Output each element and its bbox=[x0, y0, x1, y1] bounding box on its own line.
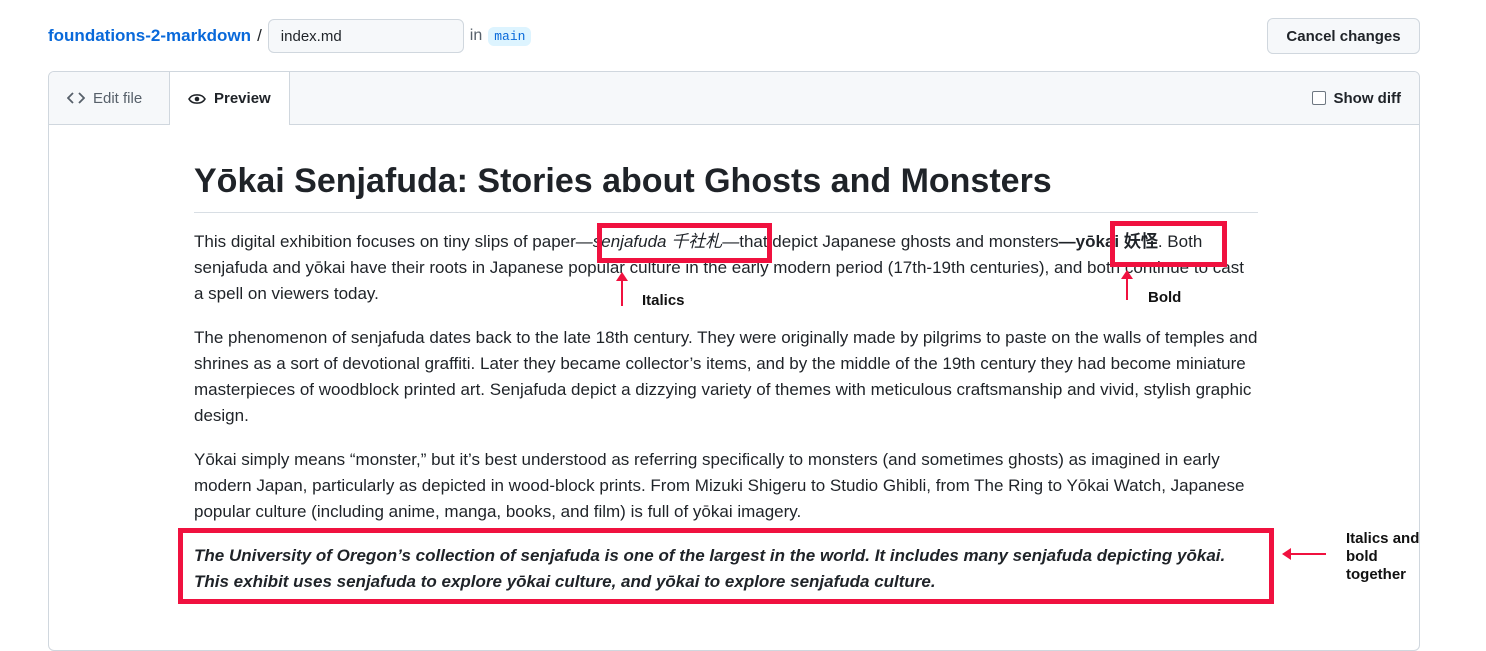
show-diff-label: Show diff bbox=[1333, 89, 1402, 107]
filename-input[interactable] bbox=[267, 19, 464, 53]
bold-italics-annotation-line2: bold bbox=[1346, 548, 1378, 565]
tab-edit-file[interactable]: Edit file bbox=[49, 72, 169, 124]
show-diff-checkbox[interactable] bbox=[1311, 91, 1326, 105]
document-title: Yōkai Senjafuda: Stories about Ghosts an… bbox=[194, 160, 1258, 213]
branch-badge[interactable]: main bbox=[488, 26, 532, 46]
in-label: in bbox=[469, 27, 483, 44]
paragraph-1-text-b: that depict Japanese ghosts and monsters bbox=[739, 232, 1059, 251]
tab-bar: Edit file Preview Show diff bbox=[49, 72, 1419, 125]
italics-annotation: Italics bbox=[642, 292, 685, 309]
show-diff-toggle[interactable]: Show diff bbox=[1311, 72, 1402, 124]
bold-italics-annotation-line3: together bbox=[1346, 566, 1406, 583]
bold-italics-annotation-line1: Italics and bbox=[1346, 530, 1420, 547]
eye-icon bbox=[188, 93, 206, 104]
bold-italics-annotation: Italics and bold together bbox=[1346, 530, 1419, 584]
paragraph-1-text-a: This digital exhibition focuses on tiny … bbox=[194, 232, 576, 251]
breadcrumb: foundations-2-markdown / in main bbox=[48, 18, 532, 54]
bold-italics-arrow bbox=[1282, 548, 1326, 560]
bold-highlight-box bbox=[1110, 221, 1227, 267]
bold-italics-highlight-box bbox=[178, 528, 1274, 604]
breadcrumb-separator: / bbox=[257, 26, 262, 45]
tab-preview-label: Preview bbox=[214, 90, 271, 107]
cancel-changes-button[interactable]: Cancel changes bbox=[1267, 18, 1420, 54]
tab-edit-file-label: Edit file bbox=[93, 89, 143, 107]
italics-highlight-box bbox=[597, 223, 772, 263]
paragraph-3: Yōkai simply means “monster,” but it’s b… bbox=[194, 450, 1245, 521]
repo-link[interactable]: foundations-2-markdown bbox=[48, 26, 251, 46]
bold-arrow bbox=[1121, 270, 1133, 300]
tab-preview[interactable]: Preview bbox=[169, 72, 290, 125]
bold-annotation: Bold bbox=[1148, 289, 1182, 306]
paragraph-2: The phenomenon of senjafuda dates back t… bbox=[194, 328, 1258, 425]
code-icon bbox=[67, 92, 85, 104]
italics-arrow bbox=[616, 272, 628, 306]
